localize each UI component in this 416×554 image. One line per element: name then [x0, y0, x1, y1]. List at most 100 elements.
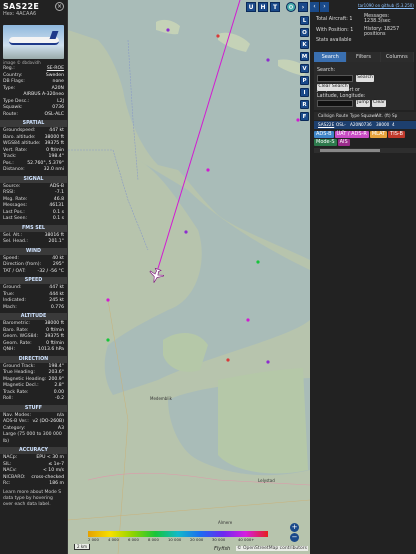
row-altitude: 38000: [376, 122, 390, 127]
info-sections: SPATIAL Groundspeed: 447 kt Baro. altitude:…: [0, 120, 67, 488]
map-view[interactable]: U H T ⚙ › L O K M V P I R F + − 2 000 4 …: [68, 0, 310, 554]
table-scrollbar[interactable]: [314, 148, 416, 153]
info-row: Last Seen: 0.1 s: [0, 216, 67, 223]
col-callsign[interactable]: Callsign: [314, 112, 336, 120]
tab-search[interactable]: Search: [314, 52, 348, 62]
search-area: Search: Search Clear Search Jump to Airp…: [314, 62, 414, 110]
section-header: WIND: [0, 247, 67, 255]
zoom-out-button[interactable]: −: [290, 533, 299, 542]
collapse-left-icon[interactable]: ‹: [310, 2, 319, 12]
section-header: SPATIAL: [0, 120, 67, 127]
map-button-side-6[interactable]: I: [300, 88, 309, 97]
map-button-side-1[interactable]: O: [300, 28, 309, 37]
source-badge: UAT / ADS-R: [334, 131, 369, 138]
place-label-0: Medemblik: [150, 396, 172, 401]
map-scale: 2 km: [74, 544, 91, 550]
history-count: History: 18257 positions: [364, 27, 400, 37]
info-value: 0.776: [50, 304, 64, 310]
info-row: QNH: 1013.6 hPa: [0, 347, 67, 354]
map-button-side-7[interactable]: R: [300, 100, 309, 109]
place-label-2: Almere: [218, 520, 233, 525]
search-label: Search:: [317, 68, 336, 73]
info-value: 186 m: [49, 481, 64, 486]
section-header: STUFF: [0, 404, 67, 412]
aircraft-hex: Hex: 4ACAA6: [3, 11, 64, 17]
total-aircraft: Total Aircraft: 1: [316, 17, 353, 22]
info-key: Type:: [3, 85, 16, 91]
col-route[interactable]: Route: [336, 112, 350, 120]
row-squawk: 0736: [361, 122, 372, 127]
source-badge: MLAT: [369, 131, 388, 138]
hex-label: Hex:: [3, 11, 15, 17]
col-type[interactable]: Type: [350, 112, 361, 120]
alt-label-5: 20 000: [190, 537, 204, 542]
github-link[interactable]: tar1090 on github (5.3.250): [358, 3, 414, 8]
jump-label: Jump to Airport or Latitude, Longitude:: [317, 88, 366, 99]
settings-icon[interactable]: ⚙: [286, 2, 296, 12]
table-row[interactable]: SAS22E OSL-ALC A20N 0736 38000 4: [314, 121, 416, 135]
search-input[interactable]: [317, 75, 353, 82]
info-key: Large (75 000 to 300 000 lb): [3, 432, 62, 444]
info-row: Mach: 0.776: [0, 305, 67, 312]
alt-label-7: 40 000+: [238, 537, 255, 542]
info-value: -0.2: [55, 396, 64, 401]
aircraft-header: SAS22E Hex: 4ACAA6 ×: [0, 0, 67, 20]
map-button-side-0[interactable]: L: [300, 16, 309, 25]
search-button[interactable]: Search: [356, 75, 374, 82]
col-altitude[interactable]: Alt. (ft): [376, 112, 392, 120]
jump-button[interactable]: Jump: [356, 100, 370, 107]
close-icon[interactable]: ×: [55, 2, 64, 11]
info-row: Roll: -0.2: [0, 396, 67, 403]
info-value: -32 / -56 °C: [37, 268, 64, 274]
with-positions: With Position: 1: [316, 28, 354, 33]
hex-value: 4ACAA6: [16, 11, 37, 17]
col-speed[interactable]: Sp: [392, 112, 400, 120]
zoom-in-button[interactable]: +: [290, 523, 299, 532]
col-squawk[interactable]: Squawk: [361, 112, 377, 120]
info-rows: Reg.: SE-ROE Country: Sweden DB Flags: none Ty…: [0, 66, 67, 118]
tab-filters[interactable]: Filters: [347, 52, 381, 62]
aircraft-list-panel: ‹ › tar1090 on github (5.3.250) Total Ai…: [310, 0, 416, 554]
info-key: Last Seen:: [3, 216, 28, 221]
map-button-side-5[interactable]: P: [300, 76, 309, 85]
map-canvas[interactable]: [68, 0, 310, 554]
info-key: Mach:: [3, 304, 17, 310]
map-attribution[interactable]: © OpenStreetMap contributors: [236, 546, 308, 551]
map-button-h[interactable]: H: [258, 2, 268, 12]
map-button-side-4[interactable]: V: [300, 64, 309, 73]
alt-label-4: 10 000: [168, 537, 182, 542]
map-button-side-8[interactable]: F: [300, 112, 309, 121]
map-button-side-2[interactable]: K: [300, 40, 309, 49]
section-header: ACCURACY: [0, 447, 67, 454]
info-key: Route:: [3, 111, 18, 117]
section-header: FMS SEL: [0, 224, 67, 232]
section-header: SIGNAL: [0, 175, 67, 183]
expand-panel-icon[interactable]: ›: [298, 2, 308, 12]
map-button-side-3[interactable]: M: [300, 52, 309, 61]
map-button-u[interactable]: U: [246, 2, 256, 12]
tab-columns[interactable]: Columns: [381, 52, 414, 62]
alt-label-2: 6 000: [128, 537, 139, 542]
place-label-1: Lelystad: [258, 478, 275, 483]
jump-input[interactable]: [317, 100, 353, 107]
info-value: OSL-ALC: [44, 111, 64, 117]
section-header: SPEED: [0, 277, 67, 284]
info-key: TAT / OAT:: [3, 268, 26, 274]
info-row: TAT / OAT: -32 / -56 °C: [0, 269, 67, 276]
row-route: OSL-ALC: [336, 122, 346, 135]
row-callsign[interactable]: SAS22E: [314, 121, 336, 129]
clear-button[interactable]: Clear: [372, 100, 386, 107]
photo-credit: image © dbdavidh: [3, 60, 41, 65]
row-speed: 4: [392, 122, 395, 127]
info-value: 32.0 nmi: [43, 167, 64, 172]
collapse-right-icon[interactable]: ›: [320, 2, 329, 12]
aircraft-photo[interactable]: [3, 25, 64, 59]
stats-available[interactable]: Stats available: [316, 38, 351, 43]
source-legend: ADS-B UAT / ADS-R MLAT TIS-B Mode-S AIS: [314, 131, 416, 147]
info-value: 201.1°: [48, 239, 64, 244]
scrollbar-thumb[interactable]: [320, 149, 380, 152]
source-badge: AIS: [337, 139, 350, 146]
source-badge: Mode-S: [314, 139, 337, 146]
map-button-t[interactable]: T: [270, 2, 280, 12]
mode-s-note: Learn more about Mode S data type by hov…: [3, 489, 62, 507]
